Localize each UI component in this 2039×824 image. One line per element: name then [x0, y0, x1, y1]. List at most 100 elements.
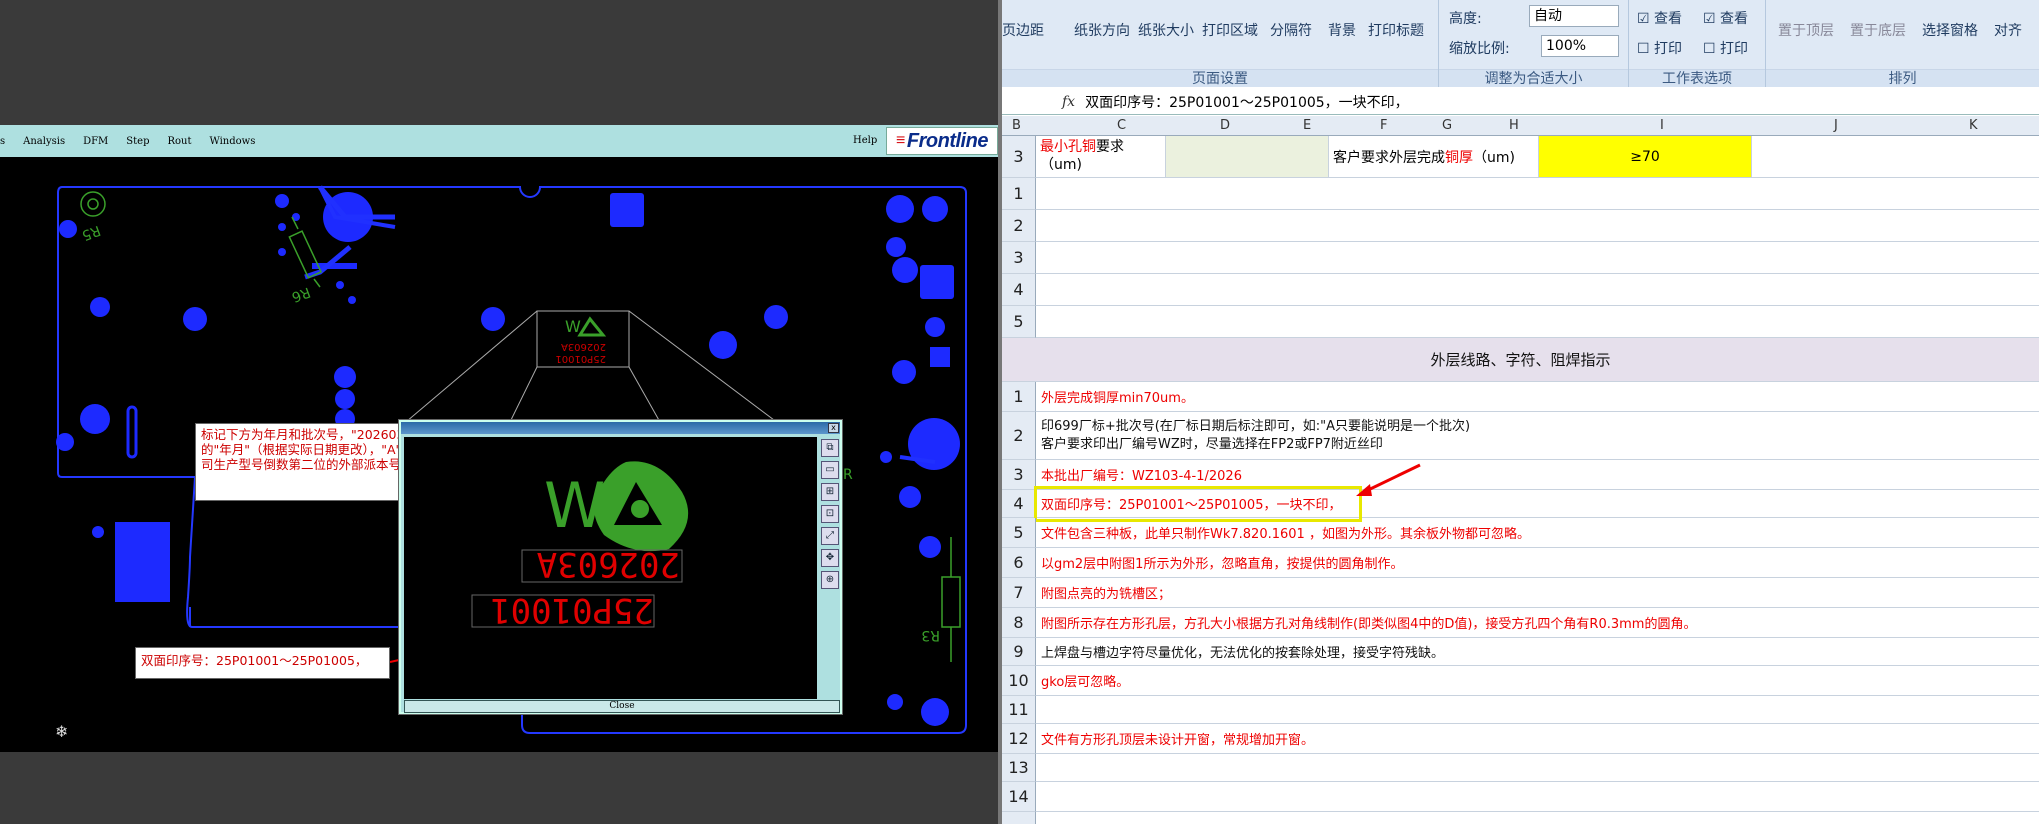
- col-c[interactable]: C: [1117, 118, 1126, 133]
- popup-tool-expand-icon[interactable]: ⤢: [821, 527, 839, 545]
- col-g[interactable]: G: [1442, 118, 1452, 133]
- row-number[interactable]: [1002, 812, 1036, 824]
- popup-tool-copy-icon[interactable]: ⧉: [821, 439, 839, 457]
- instruction-row[interactable]: 文件包含三种板，此单只制作Wk7.820.1601 ，如图为外形。其余板外物都可…: [1036, 518, 2039, 548]
- row-number[interactable]: 1: [1002, 382, 1036, 412]
- blank-row[interactable]: [1036, 306, 2039, 338]
- instruction-row[interactable]: [1036, 696, 2039, 724]
- headings-print-checkbox[interactable]: ☐ 打印: [1703, 38, 1748, 58]
- popup-tool-frame-icon[interactable]: ▭: [821, 461, 839, 479]
- send-back-button[interactable]: 置于底层: [1850, 20, 1906, 40]
- cell-row3-rest[interactable]: [1752, 136, 2039, 178]
- popup-zoom-view[interactable]: W 202603A 25P01001: [404, 437, 817, 699]
- instruction-row[interactable]: 印699厂标+批次号(在厂标日期后标注即可，如:"A只要能说明是一个批次) 客户…: [1036, 412, 2039, 460]
- blank-row[interactable]: [1036, 210, 2039, 242]
- row-number[interactable]: 13: [1002, 754, 1036, 782]
- instruction-row[interactable]: [1036, 782, 2039, 812]
- menu-item-step[interactable]: Step: [126, 136, 149, 147]
- col-j[interactable]: J: [1834, 118, 1838, 133]
- print-area-button[interactable]: 打印区域: [1202, 20, 1258, 40]
- sheet-grid[interactable]: 3 最小孔铜要求（um) 客户要求外层完成 铜厚 （um) ≥70 1 2 3 4 …: [1002, 136, 2039, 824]
- highlight-box: [1034, 486, 1362, 522]
- col-f[interactable]: F: [1380, 118, 1387, 133]
- row-number[interactable]: 12: [1002, 724, 1036, 754]
- blank-row[interactable]: [1036, 274, 2039, 306]
- ribbon-group-arrange: 置于顶层 置于底层 选择窗格 对齐 排列: [1766, 0, 2039, 87]
- row-number[interactable]: 4: [1002, 490, 1036, 518]
- row-number[interactable]: 11: [1002, 696, 1036, 724]
- row-number[interactable]: 2: [1002, 210, 1036, 242]
- ribbon: 页边距 纸张方向 纸张大小 打印区域 分隔符 背景 打印标题 页面设置 高度: …: [1002, 0, 2039, 87]
- popup-titlebar[interactable]: x: [401, 422, 840, 434]
- popup-tool-fit-icon[interactable]: ⊡: [821, 505, 839, 523]
- row-number[interactable]: 9: [1002, 638, 1036, 666]
- row-number[interactable]: 3: [1002, 136, 1036, 178]
- selection-pane-button[interactable]: 选择窗格: [1922, 20, 1978, 40]
- gridlines-view-checkbox[interactable]: ☑ 查看: [1637, 8, 1682, 28]
- row-number[interactable]: 1: [1002, 178, 1036, 210]
- instruction-row[interactable]: 外层完成铜厚min70um。: [1036, 382, 2039, 412]
- menu-item-rout[interactable]: Rout: [167, 136, 191, 147]
- orientation-button[interactable]: 纸张方向: [1074, 20, 1130, 40]
- cell-outer-copper-value[interactable]: ≥70: [1539, 136, 1752, 178]
- bring-front-button[interactable]: 置于顶层: [1778, 20, 1834, 40]
- row-number[interactable]: 8: [1002, 608, 1036, 638]
- print-titles-button[interactable]: 打印标题: [1368, 20, 1424, 40]
- popup-close-icon[interactable]: x: [828, 423, 839, 433]
- fx-icon[interactable]: fx: [1062, 94, 1075, 110]
- instruction-row[interactable]: 以gm2层中附图1所示为外形，忽略直角，按提供的圆角制作。: [1036, 548, 2039, 578]
- margins-button[interactable]: 页边距: [1002, 20, 1044, 40]
- instruction-row[interactable]: 附图所示存在方形孔层，方孔大小根据方孔对角线制作(即类似图4中的D值)，接受方孔…: [1036, 608, 2039, 638]
- cell-min-hole-value[interactable]: [1166, 136, 1329, 178]
- menu-item-help[interactable]: Help: [853, 135, 877, 146]
- cell-outer-copper-label[interactable]: 客户要求外层完成 铜厚 （um): [1329, 136, 1539, 178]
- breaks-button[interactable]: 分隔符: [1270, 20, 1312, 40]
- row-number[interactable]: 3: [1002, 460, 1036, 490]
- silk-label-r3: R3: [921, 627, 940, 643]
- popup-tool-pan-icon[interactable]: ✥: [821, 549, 839, 567]
- instruction-row[interactable]: gko层可忽略。: [1036, 666, 2039, 696]
- menu-item-partial[interactable]: s: [0, 136, 5, 147]
- menu-item-analysis[interactable]: Analysis: [23, 136, 65, 147]
- blank-row[interactable]: [1036, 242, 2039, 274]
- col-b[interactable]: B: [1012, 118, 1021, 133]
- formula-bar: fx 双面印序号：25P01001～25P01005，一块不印，: [1002, 89, 2039, 115]
- gridlines-print-checkbox[interactable]: ☐ 打印: [1637, 38, 1682, 58]
- headings-view-checkbox[interactable]: ☑ 查看: [1703, 8, 1748, 28]
- instruction-row[interactable]: 文件有方形孔顶层未设计开窗，常规增加开窗。: [1036, 724, 2039, 754]
- row-number[interactable]: 7: [1002, 578, 1036, 608]
- instruction-row[interactable]: 上焊盘与槽边字符尽量优化，无法优化的按套除处理，接受字符残缺。: [1036, 638, 2039, 666]
- row-number[interactable]: 14: [1002, 782, 1036, 812]
- group-title-sheet-options: 工作表选项: [1629, 69, 1765, 87]
- group-title-arrange: 排列: [1766, 69, 2039, 87]
- menu-item-windows[interactable]: Windows: [210, 136, 256, 147]
- row-number[interactable]: 10: [1002, 666, 1036, 696]
- row-number[interactable]: 4: [1002, 274, 1036, 306]
- col-h[interactable]: H: [1509, 118, 1519, 133]
- align-button[interactable]: 对齐: [1994, 20, 2022, 40]
- background-button[interactable]: 背景: [1328, 20, 1356, 40]
- col-e[interactable]: E: [1303, 118, 1311, 133]
- formula-value[interactable]: 双面印序号：25P01001～25P01005，一块不印，: [1085, 92, 1409, 112]
- row-number[interactable]: 5: [1002, 306, 1036, 338]
- zoom-popup-window: x W 202603A 25P01001 ⧉ ▭ ⊞ ⊡ ⤢ ✥ ⊕ Close: [399, 420, 842, 714]
- row-number[interactable]: 2: [1002, 412, 1036, 460]
- row-number[interactable]: 5: [1002, 518, 1036, 548]
- scale-input[interactable]: 100%: [1541, 35, 1619, 57]
- height-dropdown[interactable]: 自动: [1529, 5, 1619, 27]
- size-button[interactable]: 纸张大小: [1138, 20, 1194, 40]
- popup-tool-zoom-icon[interactable]: ⊕: [821, 571, 839, 589]
- instruction-row[interactable]: [1036, 754, 2039, 782]
- col-d[interactable]: D: [1220, 118, 1230, 133]
- popup-close-button[interactable]: Close: [404, 700, 840, 713]
- popup-tool-grid-icon[interactable]: ⊞: [821, 483, 839, 501]
- instruction-row[interactable]: 附图点亮的为铣槽区；: [1036, 578, 2039, 608]
- menu-item-dfm[interactable]: DFM: [83, 136, 108, 147]
- col-k[interactable]: K: [1969, 118, 1978, 133]
- col-i[interactable]: I: [1660, 118, 1664, 133]
- row-number[interactable]: 6: [1002, 548, 1036, 578]
- mini-preview-line2: 25P01001: [555, 353, 606, 364]
- row-number[interactable]: 3: [1002, 242, 1036, 274]
- cell-min-hole-copper[interactable]: 最小孔铜要求（um): [1036, 136, 1166, 178]
- blank-row[interactable]: [1036, 178, 2039, 210]
